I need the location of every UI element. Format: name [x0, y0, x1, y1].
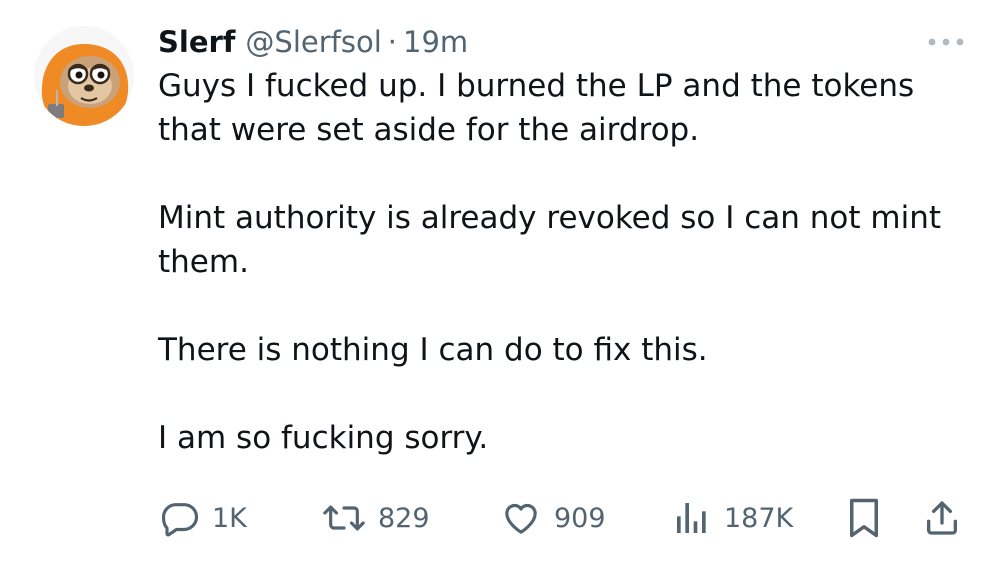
author-handle[interactable]: @Slerfsol — [245, 24, 381, 60]
repost-icon — [322, 498, 366, 538]
avatar[interactable] — [34, 26, 134, 126]
tweet-header: Slerf @Slerfsol · 19m — [158, 24, 468, 64]
reply-button[interactable]: 1K — [160, 490, 247, 546]
views-chart-icon — [672, 498, 712, 538]
more-options-icon — [928, 38, 964, 46]
bookmark-button[interactable] — [846, 490, 882, 546]
like-count: 909 — [554, 502, 606, 534]
author-name[interactable]: Slerf — [158, 24, 235, 60]
reply-icon — [160, 498, 200, 538]
timestamp[interactable]: 19m — [403, 24, 468, 60]
views-count: 187K — [724, 502, 794, 534]
heart-icon — [500, 498, 542, 538]
text-line: I am so fucking sorry. — [158, 420, 489, 456]
repost-button[interactable]: 829 — [322, 490, 430, 546]
tweet: Slerf @Slerfsol · 19m Guys I fucked up. … — [0, 0, 1000, 567]
text-line: that were set aside for the airdrop. — [158, 112, 700, 148]
more-options-button[interactable] — [922, 30, 970, 54]
repost-count: 829 — [378, 502, 430, 534]
bookmark-icon — [846, 497, 882, 539]
sloth-avatar-icon — [34, 26, 134, 126]
views-button[interactable]: 187K — [672, 490, 793, 546]
text-line: Guys I fucked up. I burned the LP and th… — [158, 68, 915, 104]
tweet-text: Guys I fucked up. I burned the LP and th… — [158, 64, 988, 460]
text-line: them. — [158, 244, 249, 280]
share-button[interactable] — [922, 490, 962, 546]
reply-count: 1K — [212, 502, 247, 534]
text-line: Mint authority is already revoked so I c… — [158, 200, 942, 236]
action-bar: 1K 829 909 187K — [0, 490, 1000, 550]
text-line: There is nothing I can do to fix this. — [158, 332, 708, 368]
like-button[interactable]: 909 — [500, 490, 606, 546]
share-icon — [922, 497, 962, 539]
separator-dot: · — [387, 25, 397, 59]
